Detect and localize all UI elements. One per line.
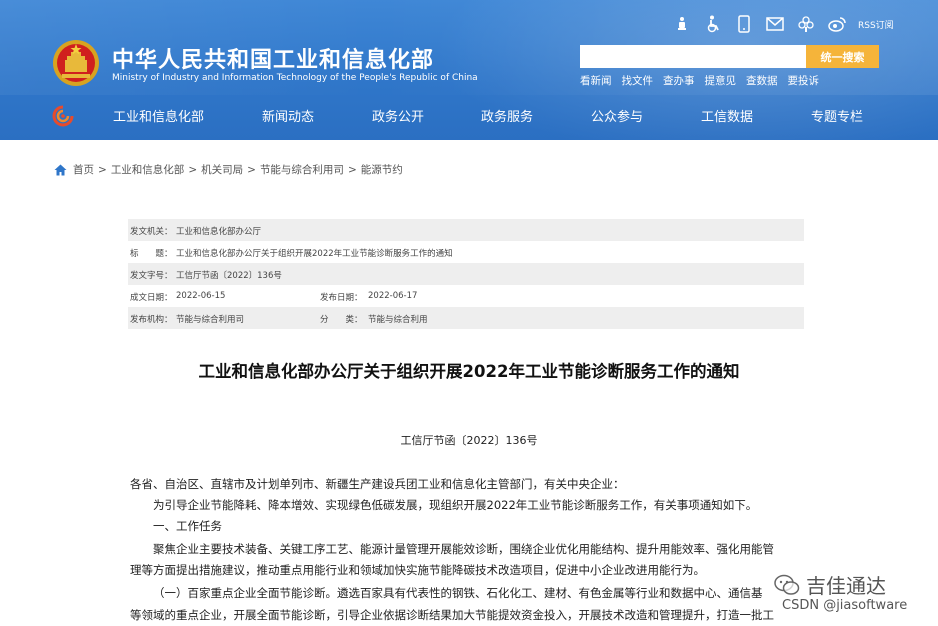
nav-item-data[interactable]: 工信数据 xyxy=(701,106,753,125)
breadcrumb-departments[interactable]: 机关司局 xyxy=(201,162,243,177)
document-number: 工信厅节函〔2022〕136号 xyxy=(400,434,538,447)
article-heading: 一、工作任务 xyxy=(153,519,222,533)
info-label: 发布日期： xyxy=(320,293,363,303)
article-paragraph: 各省、自治区、直辖市及计划单列市、新疆生产建设兵团工业和信息化主管部门，有关中央… xyxy=(130,477,625,491)
breadcrumb-miit[interactable]: 工业和信息化部 xyxy=(111,162,185,177)
flower-icon[interactable] xyxy=(796,14,816,34)
info-value: 节能与综合利用司 xyxy=(176,315,245,325)
info-label: 成文日期： xyxy=(130,293,173,303)
article-paragraph: 理等方面提出措施建议，推动重点用能行业和领域加快实施节能降碳技术改造项目，促进中… xyxy=(130,563,705,577)
watermark-brand: 吉佳通达 xyxy=(774,570,886,599)
quick-link[interactable]: 查数据 xyxy=(746,73,778,88)
breadcrumb-separator: > xyxy=(247,163,256,176)
watermark-csdn: CSDN @jiasoftware xyxy=(782,598,908,613)
weibo-icon[interactable] xyxy=(827,14,847,34)
breadcrumb-separator: > xyxy=(347,163,357,176)
info-label: 发文机关： xyxy=(130,227,173,237)
quick-link[interactable]: 要投诉 xyxy=(788,73,820,88)
info-row-title: 标 题： 工业和信息化部办公厅关于组织开展2022年工业节能诊断服务工作的通知 xyxy=(128,241,804,263)
breadcrumb-separator: > xyxy=(188,163,198,176)
nav-item-topics[interactable]: 专题专栏 xyxy=(811,106,863,125)
info-row-org: 发布机构： 节能与综合利用司 分 类： 节能与综合利用 xyxy=(128,307,804,329)
nav-item-gov-service[interactable]: 政务服务 xyxy=(481,106,533,125)
wheelchair-icon[interactable] xyxy=(703,14,723,34)
home-icon xyxy=(54,164,67,175)
breadcrumb: 首页 > 工业和信息化部 > 机关司局 > 节能与综合利用司 > 能源节约 xyxy=(54,162,403,177)
quick-link[interactable]: 看新闻 xyxy=(580,73,612,88)
breadcrumb-home[interactable]: 首页 xyxy=(73,162,94,177)
info-value: 节能与综合利用 xyxy=(368,315,428,325)
wechat-icon xyxy=(774,574,800,595)
watermark-brand-text: 吉佳通达 xyxy=(806,574,886,598)
info-row-dates: 成文日期： 2022-06-15 发布日期： 2022-06-17 xyxy=(128,285,804,307)
article-paragraph: 等领域的重点企业，开展全面节能诊断，引导企业依据诊断结果加大节能提效资金投入，开… xyxy=(130,608,774,622)
site-title[interactable]: 中华人民共和国工业和信息化部 xyxy=(112,42,434,74)
info-value: 工业和信息化部办公厅 xyxy=(176,227,262,237)
info-label: 发文字号： xyxy=(130,271,173,281)
article-paragraph: 为引导企业节能降耗、降本增效、实现绿色低碳发展，现组织开展2022年工业节能诊断… xyxy=(153,498,758,512)
site-subtitle: Ministry of Industry and Information Tec… xyxy=(112,73,478,83)
national-emblem-icon[interactable] xyxy=(52,38,100,88)
document-info-table: 发文机关： 工业和信息化部办公厅 标 题： 工业和信息化部办公厅关于组织开展20… xyxy=(128,219,804,329)
mobile-icon[interactable] xyxy=(734,14,754,34)
article-paragraph: （一）百家重点企业全面节能诊断。遴选百家具有代表性的钢铁、石化化工、建材、有色金… xyxy=(153,586,763,600)
nav-item-public[interactable]: 公众参与 xyxy=(591,106,643,125)
nav-item-news[interactable]: 新闻动态 xyxy=(262,106,314,125)
search-button[interactable]: 统一搜索 xyxy=(806,45,879,68)
info-value: 2022-06-17 xyxy=(368,291,418,301)
mail-icon[interactable] xyxy=(765,14,785,34)
accessibility-figure-icon[interactable] xyxy=(672,14,692,34)
info-row-docnum: 发文字号： 工信厅节函〔2022〕136号 xyxy=(128,263,804,285)
main-nav: 工业和信息化部 新闻动态 政务公开 政务服务 公众参与 工信数据 专题专栏 xyxy=(0,95,938,135)
quick-links: 看新闻 找文件 查办事 提意见 查数据 要投诉 xyxy=(580,73,829,88)
miit-logo-icon[interactable] xyxy=(52,105,74,127)
nav-item-miit[interactable]: 工业和信息化部 xyxy=(113,106,204,125)
info-value: 工业和信息化部办公厅关于组织开展2022年工业节能诊断服务工作的通知 xyxy=(176,249,453,259)
search-input[interactable] xyxy=(580,45,806,68)
utility-icons: RSS订阅 xyxy=(672,14,894,34)
quick-link[interactable]: 找文件 xyxy=(622,73,654,88)
breadcrumb-energy-dept[interactable]: 节能与综合利用司 xyxy=(260,162,344,177)
info-label: 发布机构： xyxy=(130,315,173,325)
info-value: 工信厅节函〔2022〕136号 xyxy=(176,271,282,281)
nav-item-gov-info[interactable]: 政务公开 xyxy=(372,106,424,125)
rss-link[interactable]: RSS订阅 xyxy=(858,18,894,31)
info-label: 标 题： xyxy=(130,249,173,259)
quick-link[interactable]: 提意见 xyxy=(705,73,737,88)
article-title: 工业和信息化部办公厅关于组织开展2022年工业节能诊断服务工作的通知 xyxy=(198,362,740,381)
site-header: 中华人民共和国工业和信息化部 Ministry of Industry and … xyxy=(0,0,938,140)
info-label: 分 类： xyxy=(320,315,363,325)
quick-link[interactable]: 查办事 xyxy=(663,73,695,88)
info-row-issuer: 发文机关： 工业和信息化部办公厅 xyxy=(128,219,804,241)
breadcrumb-energy-saving[interactable]: 能源节约 xyxy=(361,162,403,177)
article-paragraph: 聚焦企业主要技术装备、关键工序工艺、能源计量管理开展能效诊断，围绕企业优化用能结… xyxy=(153,542,774,556)
breadcrumb-separator: > xyxy=(98,163,107,176)
info-value: 2022-06-15 xyxy=(176,291,226,301)
